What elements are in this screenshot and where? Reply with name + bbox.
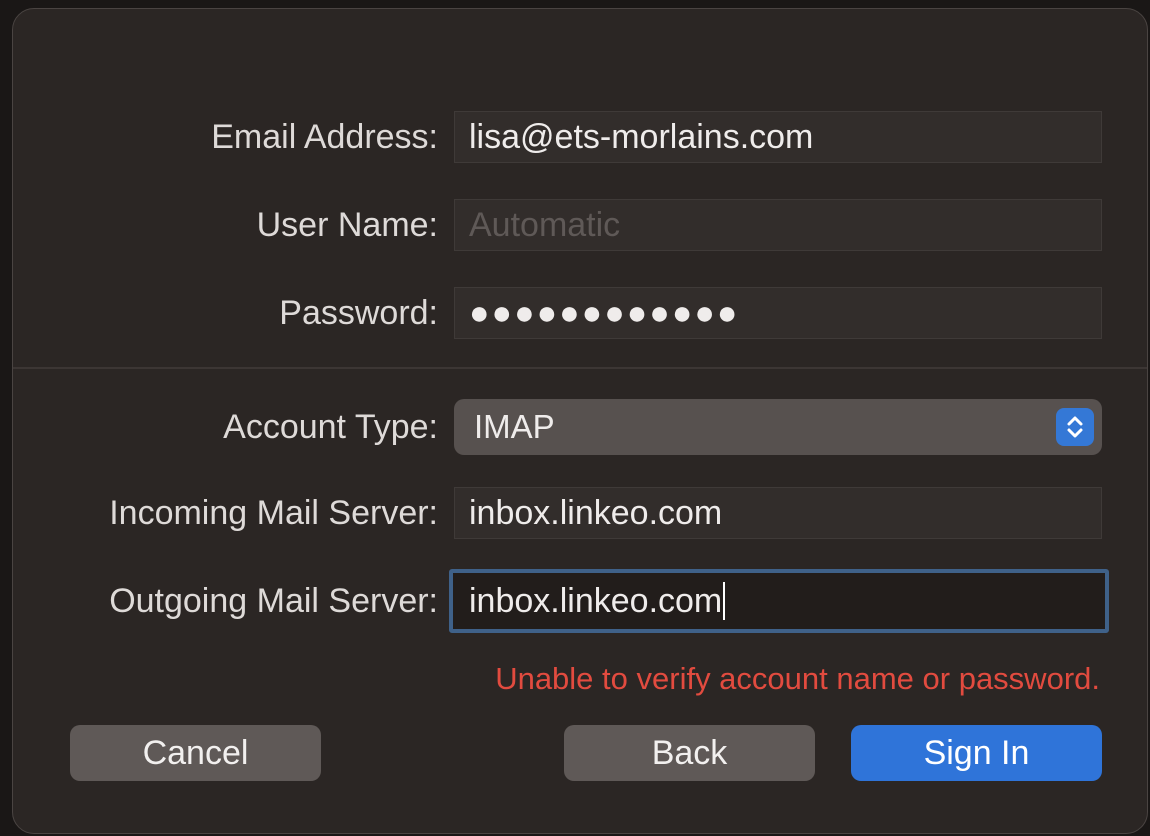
account-setup-dialog: Email Address: lisa@ets-morlains.com Use… — [12, 8, 1148, 834]
account-type-row: Account Type: IMAP — [13, 399, 1147, 455]
email-label: Email Address: — [211, 118, 438, 156]
cancel-button[interactable]: Cancel — [70, 725, 321, 781]
sign-in-button[interactable]: Sign In — [851, 725, 1102, 781]
text-cursor — [723, 582, 726, 621]
back-button[interactable]: Back — [564, 725, 815, 781]
incoming-server-field[interactable]: inbox.linkeo.com — [454, 487, 1102, 539]
email-field[interactable]: lisa@ets-morlains.com — [454, 111, 1102, 163]
outgoing-label: Outgoing Mail Server: — [109, 582, 438, 620]
outgoing-server-field[interactable]: inbox.linkeo.com — [449, 569, 1109, 633]
account-type-value: IMAP — [474, 408, 555, 445]
username-label: User Name: — [256, 206, 438, 244]
account-type-select[interactable]: IMAP — [454, 399, 1102, 455]
error-message: Unable to verify account name or passwor… — [495, 661, 1100, 696]
outgoing-row: Outgoing Mail Server: inbox.linkeo.com — [13, 569, 1147, 633]
section-divider — [13, 367, 1147, 369]
account-type-label: Account Type: — [223, 408, 438, 446]
outgoing-server-value: inbox.linkeo.com — [469, 582, 723, 620]
username-row: User Name: Automatic — [13, 199, 1147, 251]
email-row: Email Address: lisa@ets-morlains.com — [13, 111, 1147, 163]
password-row: Password: ●●●●●●●●●●●● — [13, 287, 1147, 339]
username-field[interactable]: Automatic — [454, 199, 1102, 251]
incoming-label: Incoming Mail Server: — [109, 494, 438, 532]
incoming-row: Incoming Mail Server: inbox.linkeo.com — [13, 487, 1147, 539]
password-label: Password: — [279, 294, 438, 332]
password-field[interactable]: ●●●●●●●●●●●● — [454, 287, 1102, 339]
up-down-chevron-icon[interactable] — [1056, 408, 1094, 446]
